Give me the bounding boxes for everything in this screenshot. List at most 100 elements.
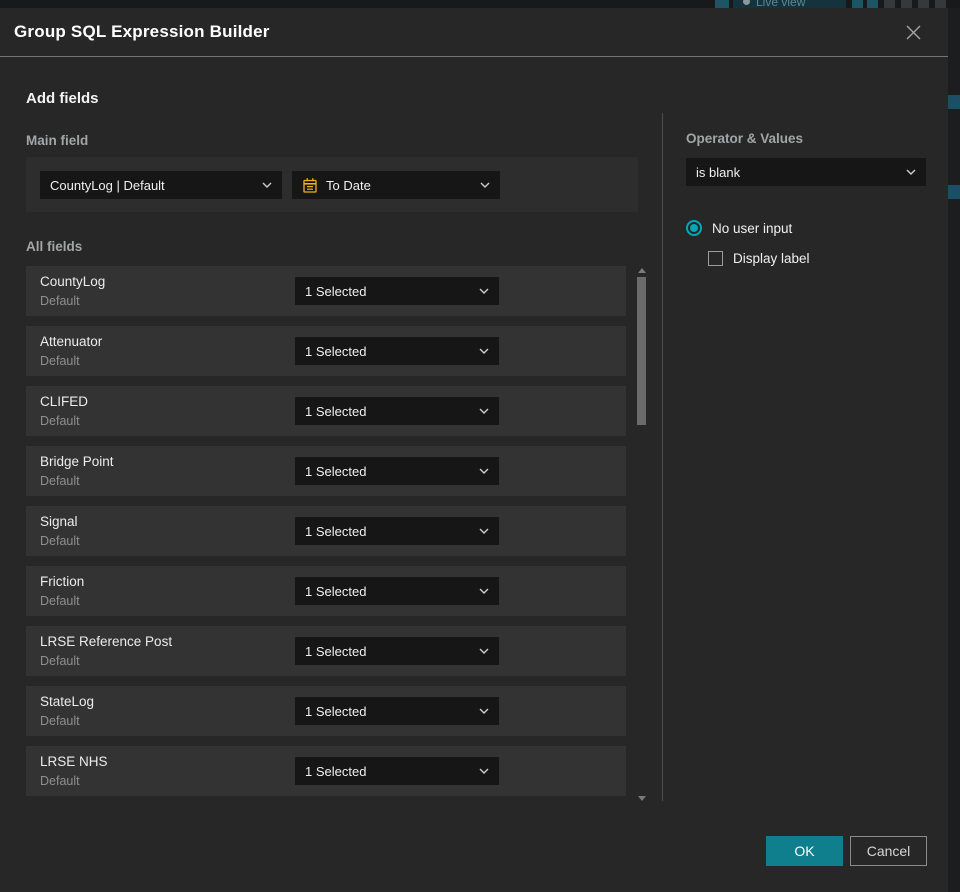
scrollbar[interactable] [634,266,650,803]
field-attributes-value: 1 Selected [305,343,367,359]
field-attributes-value: 1 Selected [305,523,367,539]
field-attributes-select[interactable]: 1 Selected [295,337,499,365]
panel-divider [662,113,663,801]
background-fragment [901,0,912,8]
display-label-option[interactable]: Display label [708,251,810,266]
cancel-button[interactable]: Cancel [850,836,927,866]
no-user-input-label: No user input [712,220,793,236]
background-fragment [867,0,878,8]
background-app-top-strip: Live view [0,0,960,8]
field-name: StateLog [40,694,95,709]
field-subtitle: Default [40,774,80,788]
field-attributes-value: 1 Selected [305,643,367,659]
ok-button[interactable]: OK [766,836,843,866]
add-fields-heading: Add fields [26,90,99,107]
field-name: Signal [40,514,78,529]
background-fragment [948,95,960,109]
field-row: Bridge Point Default 1 Selected [26,446,626,496]
chevron-down-icon [479,528,489,534]
chevron-down-icon [479,348,489,354]
field-subtitle: Default [40,414,80,428]
field-attributes-select[interactable]: 1 Selected [295,517,499,545]
scroll-up-icon[interactable] [638,268,646,273]
operator-select-value: is blank [696,164,741,180]
field-attributes-select[interactable]: 1 Selected [295,397,499,425]
field-row: LRSE NHS Default 1 Selected [26,746,626,796]
chevron-down-icon [479,768,489,774]
chevron-down-icon [479,588,489,594]
chevron-down-icon [479,468,489,474]
field-attributes-value: 1 Selected [305,403,367,419]
main-field-attribute-value: To Date [326,177,371,193]
main-field-attribute-select[interactable]: To Date [292,171,500,199]
field-subtitle: Default [40,714,80,728]
close-icon [906,25,921,39]
dialog-group-sql-expression-builder: Group SQL Expression Builder Add fields … [0,8,948,892]
field-subtitle: Default [40,294,80,308]
radio-selected-icon[interactable] [686,220,702,236]
field-attributes-select[interactable]: 1 Selected [295,277,499,305]
field-row: CLIFED Default 1 Selected [26,386,626,436]
dialog-title: Group SQL Expression Builder [14,22,270,41]
chevron-down-icon [479,648,489,654]
chevron-down-icon [480,182,490,188]
field-attributes-select[interactable]: 1 Selected [295,457,499,485]
operator-values-label: Operator & Values [686,131,804,146]
background-fragment [852,0,863,8]
field-subtitle: Default [40,354,80,368]
background-fragment [715,0,729,8]
no-user-input-option[interactable]: No user input [686,220,792,236]
scrollbar-thumb[interactable] [637,277,646,425]
background-fragment [948,185,960,199]
field-attributes-value: 1 Selected [305,463,367,479]
field-name: LRSE Reference Post [40,634,173,649]
field-attributes-select[interactable]: 1 Selected [295,697,499,725]
field-row: StateLog Default 1 Selected [26,686,626,736]
field-row: LRSE Reference Post Default 1 Selected [26,626,626,676]
field-attributes-value: 1 Selected [305,283,367,299]
field-attributes-value: 1 Selected [305,583,367,599]
field-row: Attenuator Default 1 Selected [26,326,626,376]
field-attributes-select[interactable]: 1 Selected [295,637,499,665]
field-subtitle: Default [40,534,80,548]
main-field-select[interactable]: CountyLog | Default [40,171,282,199]
field-subtitle: Default [40,474,80,488]
field-subtitle: Default [40,594,80,608]
screen: Live view Group SQL Expression Builder A… [0,0,960,892]
field-attributes-value: 1 Selected [305,763,367,779]
field-row: CountyLog Default 1 Selected [26,266,626,316]
chevron-down-icon [906,169,916,175]
background-fragment [918,0,929,8]
field-name: CountyLog [40,274,106,289]
dialog-header: Group SQL Expression Builder [0,8,948,57]
checkbox-unchecked-icon[interactable] [708,251,723,266]
live-view-label: Live view [756,0,806,8]
field-row: Signal Default 1 Selected [26,506,626,556]
background-fragment [884,0,895,8]
display-label-text: Display label [733,251,810,266]
field-row: Friction Default 1 Selected [26,566,626,616]
field-attributes-select[interactable]: 1 Selected [295,577,499,605]
field-name: Friction [40,574,85,589]
scroll-down-icon[interactable] [638,796,646,801]
main-field-select-value: CountyLog | Default [50,177,165,193]
field-attributes-value: 1 Selected [305,703,367,719]
close-button[interactable] [901,20,926,45]
chevron-down-icon [479,708,489,714]
main-field-container: CountyLog | Default To Date [26,157,638,212]
field-subtitle: Default [40,654,80,668]
chevron-down-icon [479,288,489,294]
field-name: Bridge Point [40,454,114,469]
field-name: Attenuator [40,334,103,349]
background-fragment [935,0,946,8]
calendar-icon [302,177,318,194]
all-fields-label: All fields [26,239,83,254]
background-app-right-strip [948,8,960,892]
chevron-down-icon [262,182,272,188]
field-name: CLIFED [40,394,89,409]
field-name: LRSE NHS [40,754,108,769]
operator-select[interactable]: is blank [686,158,926,186]
live-dot-icon [743,0,750,5]
live-view-button[interactable]: Live view [733,0,846,8]
field-attributes-select[interactable]: 1 Selected [295,757,499,785]
